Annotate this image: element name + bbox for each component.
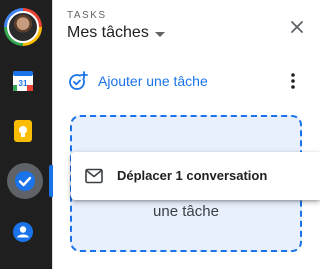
app-rail: 31 (0, 0, 53, 269)
mail-icon (85, 168, 103, 184)
list-selector[interactable]: Mes tâches (67, 24, 165, 42)
add-task-button[interactable]: Ajouter une tâche (68, 70, 208, 92)
drag-chip-label: Déplacer 1 conversation (117, 168, 268, 183)
section-label: TASKS (67, 10, 107, 21)
add-task-label: Ajouter une tâche (98, 73, 208, 89)
add-task-icon (69, 71, 88, 90)
drag-chip[interactable]: Déplacer 1 conversation (71, 152, 320, 200)
chevron-down-icon (154, 31, 165, 37)
svg-text:31: 31 (19, 79, 28, 88)
tasks-app-button[interactable] (7, 163, 43, 199)
tasks-icon (15, 171, 35, 191)
drop-zone-text: une tâche (153, 203, 219, 220)
calendar-icon[interactable]: 31 (12, 70, 34, 92)
more-options-icon[interactable] (286, 71, 300, 91)
contacts-icon[interactable] (12, 221, 34, 243)
avatar-photo (7, 11, 39, 43)
avatar[interactable] (4, 8, 42, 46)
active-app-indicator (49, 165, 53, 197)
close-icon[interactable] (287, 17, 307, 37)
keep-icon[interactable] (12, 120, 34, 142)
list-title: Mes tâches (67, 24, 149, 41)
